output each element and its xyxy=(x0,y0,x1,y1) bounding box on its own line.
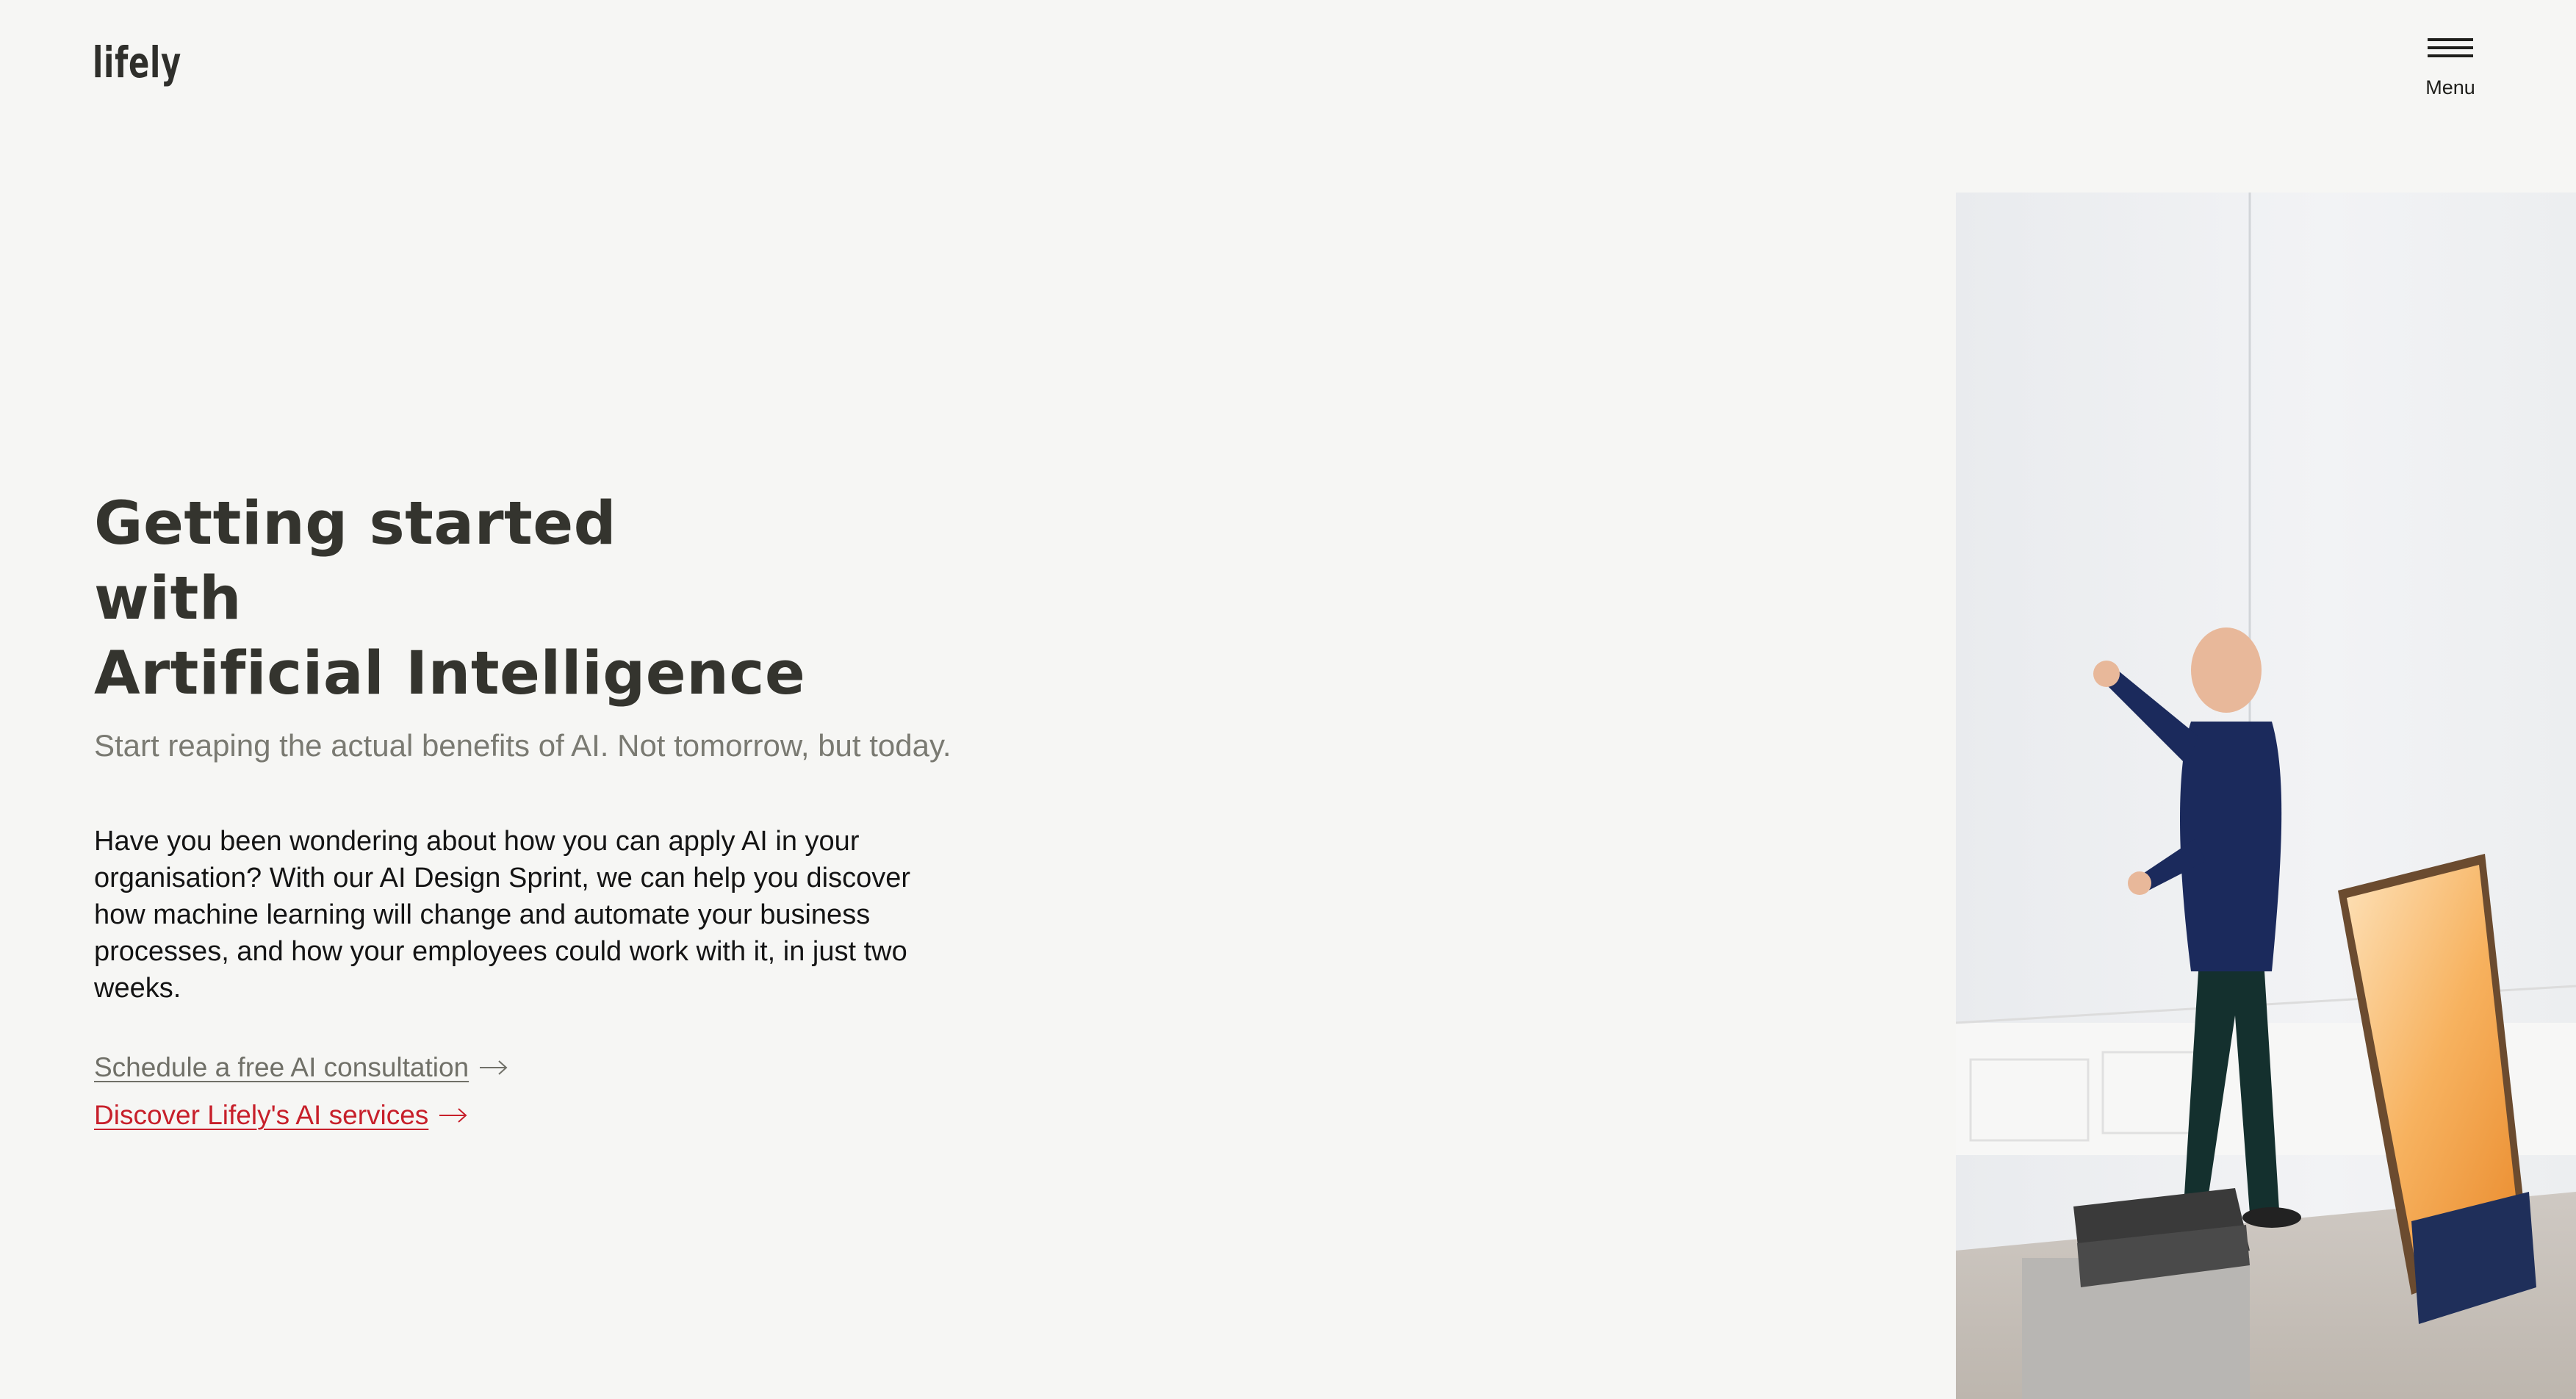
menu-button[interactable]: Menu xyxy=(2417,37,2483,107)
discover-ai-services-link[interactable]: Discover Lifely's AI services xyxy=(94,1097,468,1134)
menu-label: Menu xyxy=(2425,76,2475,98)
intro-paragraph: Have you been wondering about how you ca… xyxy=(94,826,911,1004)
lifely-logo[interactable]: lifely xyxy=(93,41,181,84)
hamburger-icon xyxy=(2428,38,2473,57)
page-subtitle: Start reaping the actual benefits of AI.… xyxy=(94,728,951,763)
hero-photo xyxy=(1956,193,2576,1399)
page-title: Getting started with Artificial Intellig… xyxy=(94,486,976,711)
schedule-consultation-link[interactable]: Schedule a free AI consultation xyxy=(94,1049,508,1086)
title-line-1: Getting started xyxy=(94,489,617,558)
arrow-right-icon xyxy=(439,1108,467,1123)
hero-section: Getting started with Artificial Intellig… xyxy=(94,486,976,1134)
discover-ai-services-label: Discover Lifely's AI services xyxy=(94,1100,429,1130)
hero-photo-illustration xyxy=(1956,193,2576,1399)
cta-links: Schedule a free AI consultation Discover… xyxy=(94,1049,976,1134)
arrow-right-icon xyxy=(480,1060,508,1075)
schedule-consultation-label: Schedule a free AI consultation xyxy=(94,1052,469,1082)
title-line-3: Artificial Intelligence xyxy=(94,639,806,708)
title-line-2: with xyxy=(94,564,242,633)
